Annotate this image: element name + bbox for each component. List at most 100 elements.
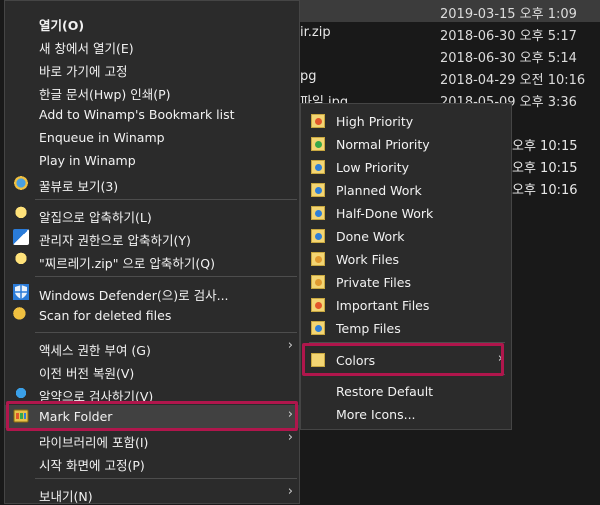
menu-item-honeyview[interactable]: 꿀뷰로 보기(3)	[5, 172, 299, 195]
submenu-item-private-files[interactable]: Private Files	[301, 271, 511, 294]
menu-item-label: 한글 문서(Hwp) 인쇄(P)	[39, 87, 171, 102]
menu-item-open-new-window[interactable]: 새 창에서 열기(E)	[5, 34, 299, 57]
submenu-item-label: Done Work	[336, 229, 405, 244]
private-files-icon	[311, 275, 325, 289]
file-dot	[315, 302, 322, 309]
submenu-item-label: Important Files	[336, 298, 430, 313]
file-name: pg	[300, 69, 317, 84]
menu-item-include-library[interactable]: 라이브러리에 포함(I) ›	[5, 428, 299, 451]
menu-item-scan-deleted[interactable]: Scan for deleted files	[5, 304, 299, 327]
mark-folder-submenu: High Priority Normal Priority Low Priori…	[300, 103, 512, 430]
menu-item-label: 새 창에서 열기(E)	[39, 41, 134, 56]
submenu-item-more-icons[interactable]: More Icons...	[301, 403, 511, 426]
menu-item-label: 알집으로 압축하기(L)	[39, 210, 152, 225]
file-row[interactable]: pg 2018-04-29 오전 10:16	[300, 66, 600, 88]
menu-item-label: 열기(O)	[39, 18, 85, 33]
file-dot	[315, 279, 322, 286]
menu-item-label: 이전 버전 복원(V)	[39, 366, 135, 381]
submenu-item-high-priority[interactable]: High Priority	[301, 110, 511, 133]
chevron-right-icon: ›	[287, 338, 293, 353]
file-name: ir.zip	[300, 25, 331, 40]
file-dot	[315, 325, 322, 332]
submenu-item-temp-files[interactable]: Temp Files	[301, 317, 511, 340]
high-priority-icon	[311, 114, 325, 128]
file-date: 오후 10:15	[512, 161, 578, 176]
alyac-icon	[13, 385, 29, 401]
file-date: 2018-06-30 오후 5:14	[440, 51, 577, 66]
menu-item-label: Windows Defender(으)로 검사...	[39, 288, 229, 303]
menu-item-winamp-play[interactable]: Play in Winamp	[5, 149, 299, 172]
menu-item-winamp-enqueue[interactable]: Enqueue in Winamp	[5, 126, 299, 149]
submenu-item-done-work[interactable]: Done Work	[301, 225, 511, 248]
menu-item-label: 라이브러리에 포함(I)	[39, 435, 149, 450]
chevron-right-icon: ›	[287, 484, 293, 499]
menu-item-open[interactable]: 열기(O)	[5, 11, 299, 34]
menu-separator	[35, 332, 297, 333]
submenu-item-label: High Priority	[336, 114, 414, 129]
menu-item-pin-quick-access[interactable]: 바로 가기에 고정	[5, 57, 299, 80]
alzip-icon	[13, 206, 29, 222]
file-date: 2018-06-30 오후 5:17	[440, 29, 577, 44]
submenu-item-label: More Icons...	[336, 407, 416, 422]
honeyview-icon	[13, 175, 29, 191]
file-date: 오후 10:16	[512, 183, 578, 198]
chevron-right-icon: ›	[287, 430, 293, 445]
recuva-icon	[13, 307, 29, 323]
file-row[interactable]: 2018-06-30 오후 5:14	[300, 44, 600, 66]
file-row[interactable]: 2019-03-15 오후 1:09	[300, 0, 600, 22]
menu-item-winamp-bookmark[interactable]: Add to Winamp's Bookmark list	[5, 103, 299, 126]
submenu-item-label: Temp Files	[336, 321, 401, 336]
menu-item-restore-previous[interactable]: 이전 버전 복원(V)	[5, 359, 299, 382]
menu-separator	[35, 478, 297, 479]
planned-work-icon	[311, 183, 325, 197]
submenu-item-label: Restore Default	[336, 384, 434, 399]
menu-item-grant-access[interactable]: 액세스 권한 부여 (G) ›	[5, 336, 299, 359]
half-done-work-icon	[311, 206, 325, 220]
submenu-item-work-files[interactable]: Work Files	[301, 248, 511, 271]
done-work-icon	[311, 229, 325, 243]
submenu-item-label: Low Priority	[336, 160, 410, 175]
menu-item-admin-compress[interactable]: 관리자 권한으로 압축하기(Y)	[5, 226, 299, 249]
menu-item-send-to[interactable]: 보내기(N) ›	[5, 482, 299, 505]
low-priority-icon	[311, 160, 325, 174]
submenu-item-restore-default[interactable]: Restore Default	[301, 380, 511, 403]
menu-item-label: "찌르레기.zip" 으로 압축하기(Q)	[39, 256, 215, 271]
menu-item-alzip-compress[interactable]: 알집으로 압축하기(L)	[5, 203, 299, 226]
submenu-item-low-priority[interactable]: Low Priority	[301, 156, 511, 179]
submenu-item-important-files[interactable]: Important Files	[301, 294, 511, 317]
alzip-icon	[13, 252, 29, 268]
menu-item-label: 시작 화면에 고정(P)	[39, 458, 145, 473]
menu-item-defender-scan[interactable]: Windows Defender(으)로 검사...	[5, 281, 299, 304]
menu-item-label: Enqueue in Winamp	[39, 130, 165, 145]
menu-separator	[35, 276, 297, 277]
menu-item-print-hwp[interactable]: 한글 문서(Hwp) 인쇄(P)	[5, 80, 299, 103]
submenu-item-label: Half-Done Work	[336, 206, 434, 221]
file-row[interactable]: ir.zip 2018-06-30 오후 5:17	[300, 22, 600, 44]
progress-dot	[315, 210, 322, 217]
file-dot	[315, 256, 322, 263]
submenu-item-label: Work Files	[336, 252, 400, 267]
progress-dot	[315, 187, 322, 194]
file-date: 2019-03-15 오후 1:09	[440, 7, 577, 22]
menu-item-label: 액세스 권한 부여 (G)	[39, 343, 151, 358]
submenu-item-label: Planned Work	[336, 183, 422, 198]
submenu-item-normal-priority[interactable]: Normal Priority	[301, 133, 511, 156]
menu-item-compress-zip[interactable]: "찌르레기.zip" 으로 압축하기(Q)	[5, 249, 299, 272]
mark-folder-highlight	[6, 401, 298, 431]
file-date: 오후 10:15	[512, 139, 578, 154]
priority-dot	[315, 164, 322, 171]
temp-files-icon	[311, 321, 325, 335]
progress-dot	[315, 233, 322, 240]
colors-highlight	[302, 343, 504, 376]
menu-item-pin-start[interactable]: 시작 화면에 고정(P)	[5, 451, 299, 474]
priority-dot	[315, 118, 322, 125]
submenu-item-half-done-work[interactable]: Half-Done Work	[301, 202, 511, 225]
submenu-item-label: Private Files	[336, 275, 411, 290]
menu-item-label: 보내기(N)	[39, 489, 93, 504]
menu-item-label: Scan for deleted files	[39, 308, 172, 323]
menu-item-label: 관리자 권한으로 압축하기(Y)	[39, 233, 191, 248]
submenu-item-planned-work[interactable]: Planned Work	[301, 179, 511, 202]
submenu-item-label: Normal Priority	[336, 137, 430, 152]
normal-priority-icon	[311, 137, 325, 151]
admin-shield-icon	[13, 229, 29, 245]
